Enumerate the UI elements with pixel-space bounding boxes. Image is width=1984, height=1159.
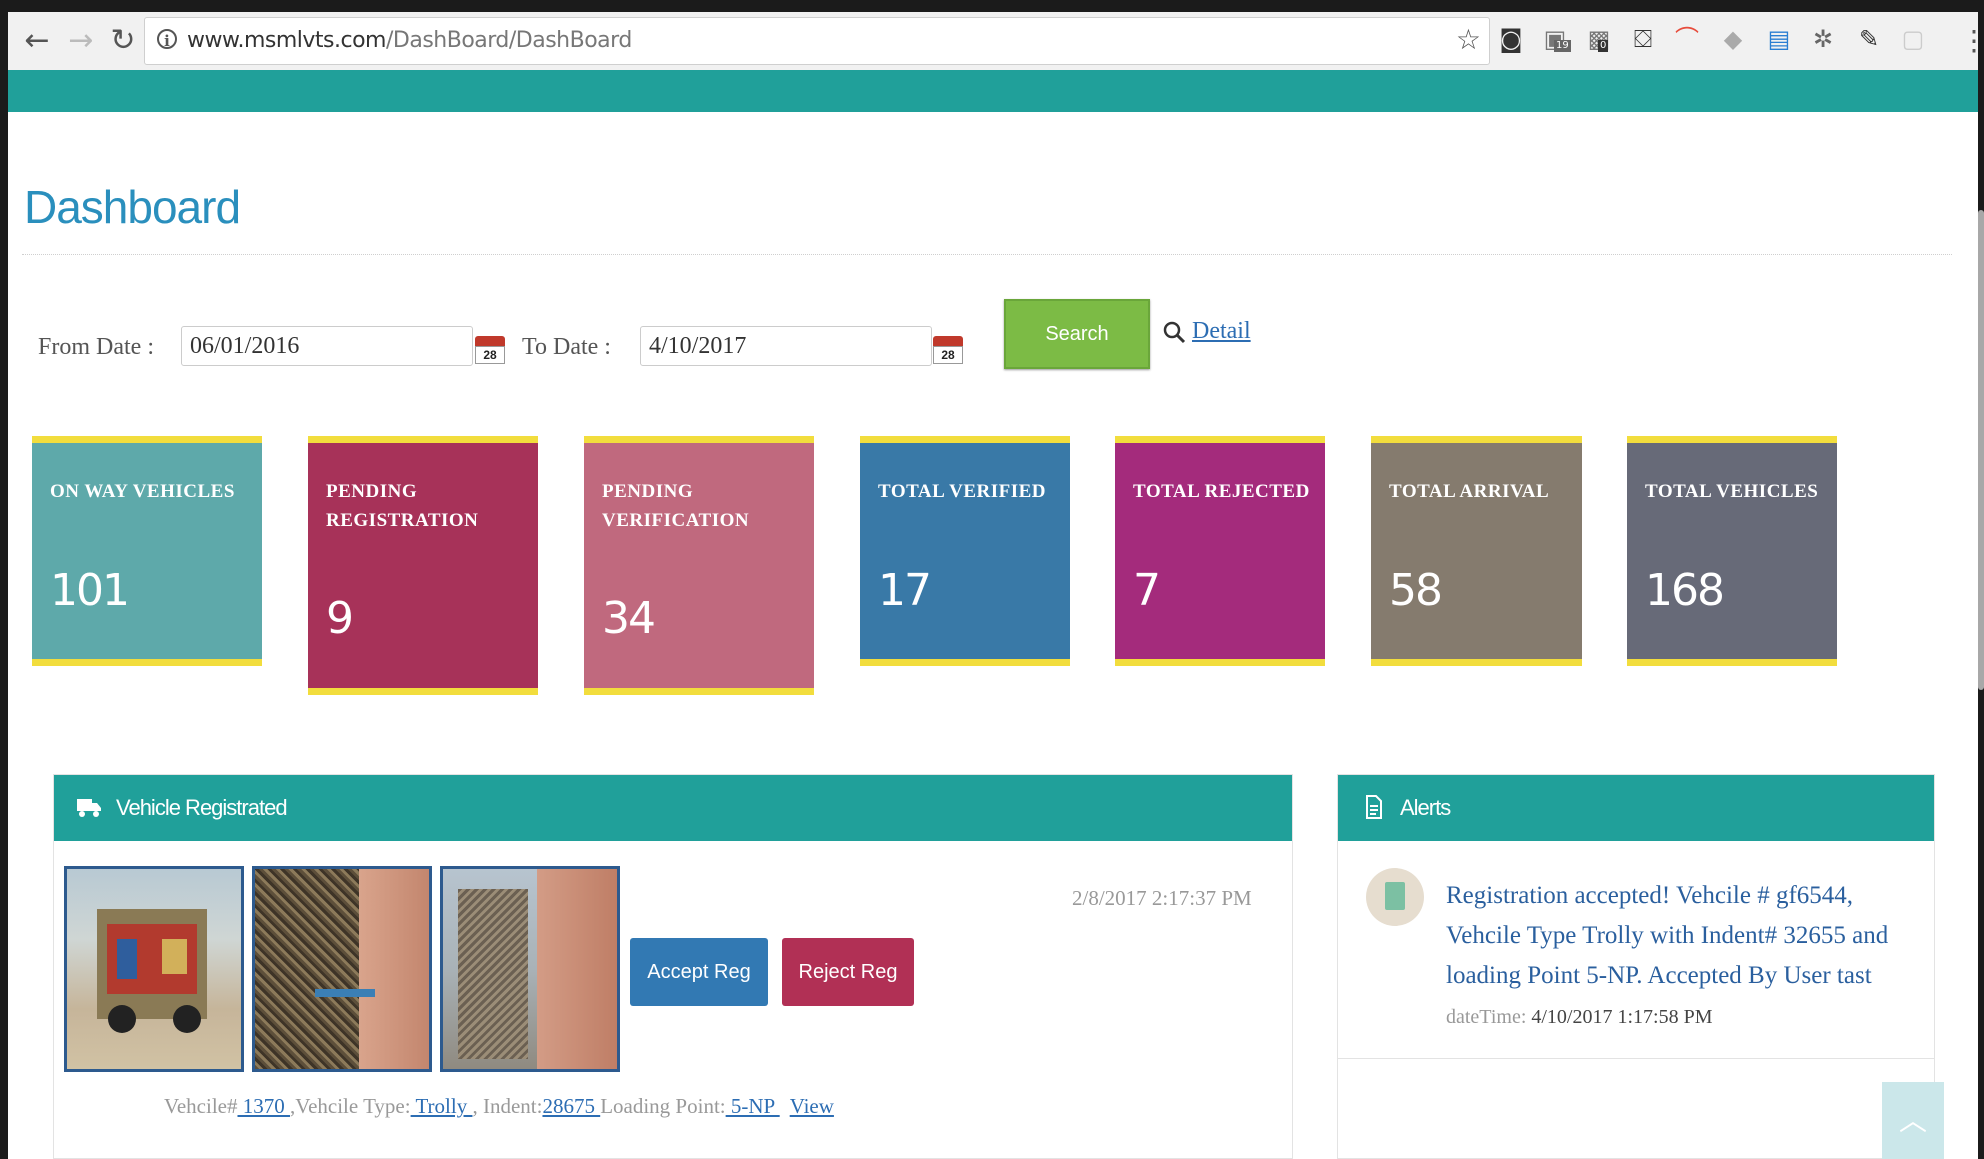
- tile-pending-registration[interactable]: PENDING REGISTRATION 9: [308, 436, 538, 695]
- title-divider: [22, 254, 1952, 255]
- loading-point-link[interactable]: 5-NP: [726, 1094, 780, 1118]
- magnifier-icon[interactable]: [1162, 320, 1186, 344]
- window-icon[interactable]: ▤: [1766, 24, 1792, 54]
- from-calendar-day: 28: [475, 346, 505, 364]
- photo-load-area: [458, 889, 528, 1059]
- browser-menu-icon[interactable]: ⋮: [1960, 24, 1978, 57]
- alert-message: Registration accepted! Vehcile # gf6544,…: [1446, 882, 1889, 989]
- to-calendar-day: 28: [933, 346, 963, 364]
- loading-prefix: Loading Point:: [600, 1094, 726, 1118]
- scroll-to-top-button[interactable]: ︿: [1882, 1082, 1944, 1159]
- page-scrollbar[interactable]: [1978, 210, 1984, 690]
- chevron-up-icon: ︿: [1898, 1105, 1927, 1136]
- alert-datetime: dateTime: 4/10/2017 1:17:58 PM: [1446, 1006, 1713, 1029]
- alert-datetime-value: 4/10/2017 1:17:58 PM: [1531, 1006, 1713, 1028]
- tile-total-vehicles[interactable]: TOTAL VEHICLES 168: [1627, 436, 1837, 666]
- url-domain: www.msmlvts.com: [187, 28, 386, 53]
- truck-photo-graphic: [97, 909, 207, 1033]
- tile-value: 7: [1133, 565, 1161, 616]
- vehicle-type-link[interactable]: Trolly: [411, 1094, 473, 1118]
- tile-pending-verification[interactable]: PENDING VERIFICATION 34: [584, 436, 814, 695]
- top-navbar: [8, 70, 1978, 112]
- tile-label: TOTAL VERIFIED: [878, 481, 1047, 502]
- tile-total-rejected[interactable]: TOTAL REJECTED 7: [1115, 436, 1325, 666]
- drop-icon[interactable]: ◆: [1720, 24, 1746, 54]
- vehicle-photo-1[interactable]: [64, 866, 244, 1072]
- alert-divider: [1338, 1058, 1934, 1059]
- tile-value: 9: [326, 593, 354, 644]
- to-calendar-icon[interactable]: 28: [933, 334, 963, 364]
- tile-label: TOTAL REJECTED: [1133, 481, 1310, 502]
- from-date-input[interactable]: [181, 326, 473, 366]
- vehicle-no-link[interactable]: 1370: [237, 1094, 290, 1118]
- info-icon[interactable]: i: [157, 29, 177, 50]
- back-arrow-icon[interactable]: ←: [20, 24, 54, 58]
- from-date-label: From Date :: [38, 334, 154, 360]
- url-text: www.msmlvts.com/DashBoard/DashBoard: [187, 28, 632, 53]
- tile-label: PENDING VERIFICATION: [602, 481, 750, 531]
- document-icon: [1366, 795, 1382, 819]
- alert-datetime-label: dateTime:: [1446, 1006, 1527, 1028]
- tile-on-way-vehicles[interactable]: ON WAY VEHICLES 101: [32, 436, 262, 666]
- detail-link[interactable]: Detail: [1192, 318, 1251, 345]
- to-date-input[interactable]: [640, 326, 932, 366]
- bookmark-star-icon[interactable]: ☆: [1456, 23, 1481, 56]
- vehicle-photo-3[interactable]: [440, 866, 620, 1072]
- photo-finger-area-2: [537, 869, 617, 1069]
- alert-avatar: [1366, 868, 1424, 926]
- tile-total-verified[interactable]: TOTAL VERIFIED 17: [860, 436, 1070, 666]
- vehicle-panel-title: Vehicle Registrated: [116, 795, 288, 820]
- extension-badge-2: 0: [1598, 40, 1609, 52]
- tile-total-arrival[interactable]: TOTAL ARRIVAL 58: [1371, 436, 1582, 666]
- forward-arrow-icon[interactable]: →: [64, 24, 98, 58]
- gear-badge-icon[interactable]: ✲: [1810, 24, 1836, 54]
- tile-value: 168: [1645, 565, 1725, 616]
- tile-value: 58: [1389, 565, 1443, 616]
- tile-label: TOTAL VEHICLES: [1645, 481, 1819, 502]
- photo-finger-area: [359, 869, 429, 1069]
- tile-value: 101: [50, 565, 130, 616]
- rainbow-icon[interactable]: ⌒: [1674, 24, 1700, 54]
- reject-reg-button[interactable]: Reject Reg: [782, 938, 914, 1006]
- alerts-panel-title: Alerts: [1400, 795, 1451, 820]
- vehicle-no-prefix: Vehcile#: [164, 1094, 238, 1118]
- reload-icon[interactable]: ↻: [106, 24, 140, 58]
- truck-icon: [77, 799, 101, 817]
- vehicle-panel-header: Vehicle Registrated: [54, 775, 1292, 841]
- extension-badge-icon-2[interactable]: ▩ 0: [1586, 24, 1612, 54]
- from-calendar-icon[interactable]: 28: [475, 334, 505, 364]
- note-icon[interactable]: ✎: [1856, 24, 1882, 54]
- extension-badge: 19: [1554, 40, 1571, 52]
- browser-toolbar: ← → ↻ i www.msmlvts.com/DashBoard/DashBo…: [8, 12, 1978, 71]
- square-icon[interactable]: ▢: [1900, 24, 1926, 54]
- bag-icon[interactable]: ⛋: [1630, 24, 1656, 54]
- tile-label: ON WAY VEHICLES: [50, 481, 235, 502]
- tile-value: 17: [878, 565, 932, 616]
- registration-timestamp: 2/8/2017 2:17:37 PM: [1072, 886, 1252, 910]
- vehicle-info-line: Vehcile# 1370 ,Vehcile Type: Trolly , In…: [164, 1094, 834, 1119]
- search-button[interactable]: Search: [1004, 299, 1150, 369]
- view-link[interactable]: View: [790, 1094, 834, 1118]
- extension-badge-icon[interactable]: ▣ 19: [1542, 24, 1571, 54]
- tile-value: 34: [602, 593, 656, 644]
- accept-reg-button[interactable]: Accept Reg: [630, 938, 768, 1006]
- pocket-icon[interactable]: ◙: [1498, 24, 1524, 54]
- vehicle-type-prefix: ,Vehcile Type:: [289, 1094, 411, 1118]
- url-path: /DashBoard/DashBoard: [385, 28, 632, 53]
- alert-doc-icon: [1385, 882, 1405, 910]
- vehicle-photo-2[interactable]: [252, 866, 432, 1072]
- to-date-label: To Date :: [522, 334, 611, 360]
- indent-link[interactable]: 28675: [542, 1094, 600, 1118]
- photo-rail: [315, 989, 375, 997]
- indent-prefix: , Indent:: [472, 1094, 543, 1118]
- tile-label: PENDING REGISTRATION: [326, 481, 479, 531]
- tile-label: TOTAL ARRIVAL: [1389, 481, 1550, 502]
- page-title: Dashboard: [24, 181, 241, 233]
- address-bar[interactable]: i www.msmlvts.com/DashBoard/DashBoard ☆: [144, 17, 1490, 65]
- alerts-panel-header: Alerts: [1338, 775, 1934, 841]
